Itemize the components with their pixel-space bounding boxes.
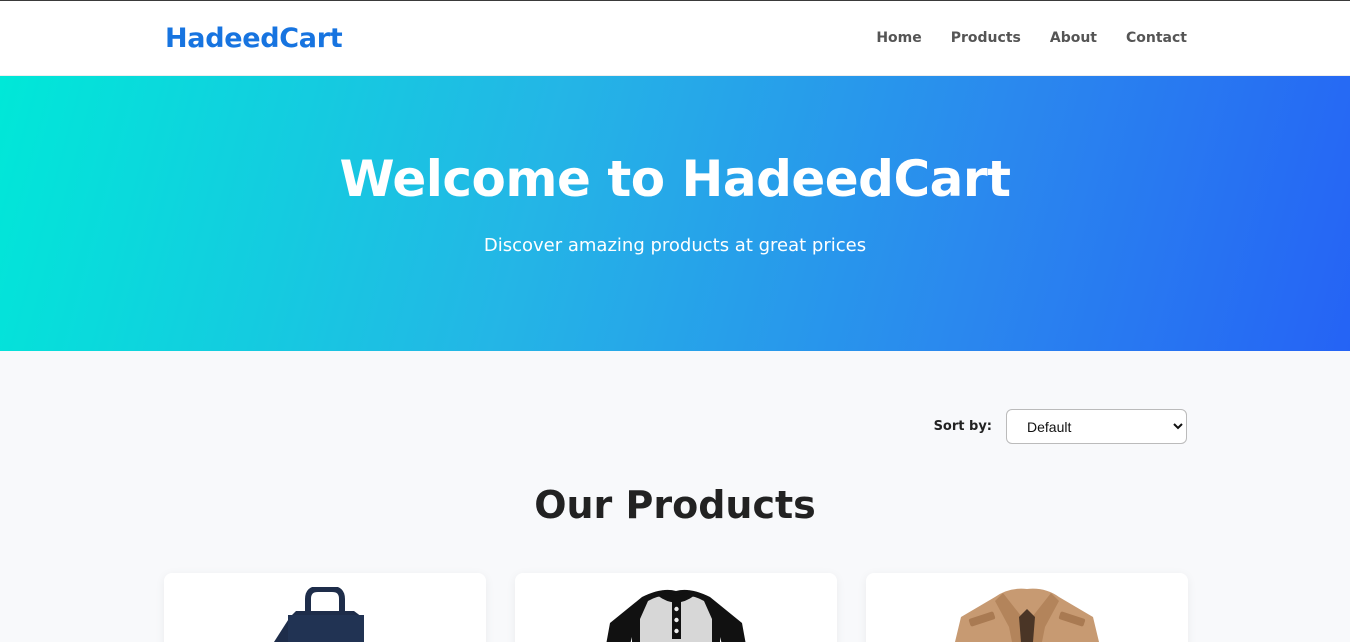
product-image bbox=[939, 587, 1115, 642]
hero-subtitle: Discover amazing products at great price… bbox=[483, 235, 867, 256]
product-grid bbox=[164, 573, 1188, 642]
product-card[interactable] bbox=[515, 573, 837, 642]
section-title: Our Products bbox=[534, 483, 816, 527]
hero-title: Welcome to HadeedCart bbox=[339, 150, 1011, 208]
product-card[interactable] bbox=[164, 573, 486, 642]
sort-control: Sort by: Default bbox=[934, 409, 1187, 444]
nav-products-link[interactable]: Products bbox=[951, 30, 1021, 46]
product-image bbox=[602, 587, 750, 642]
site-logo[interactable]: HadeedCart bbox=[165, 23, 343, 54]
tote-bag-icon bbox=[274, 587, 364, 642]
hero-banner: Welcome to HadeedCart Discover amazing p… bbox=[0, 76, 1350, 351]
nav-contact-link[interactable]: Contact bbox=[1126, 30, 1187, 46]
sort-label: Sort by: bbox=[933, 419, 992, 434]
site-header: HadeedCart Home Products About Contact bbox=[0, 1, 1350, 76]
nav-home-link[interactable]: Home bbox=[876, 30, 921, 46]
products-section: Sort by: Default Our Products bbox=[0, 351, 1350, 642]
product-card[interactable] bbox=[866, 573, 1188, 642]
khaki-jacket-icon bbox=[955, 588, 1099, 642]
sort-select[interactable]: Default bbox=[1006, 409, 1187, 444]
main-nav: Home Products About Contact bbox=[876, 30, 1187, 46]
product-image bbox=[256, 587, 394, 642]
henley-shirt-icon bbox=[606, 589, 746, 642]
nav-about-link[interactable]: About bbox=[1050, 30, 1097, 46]
